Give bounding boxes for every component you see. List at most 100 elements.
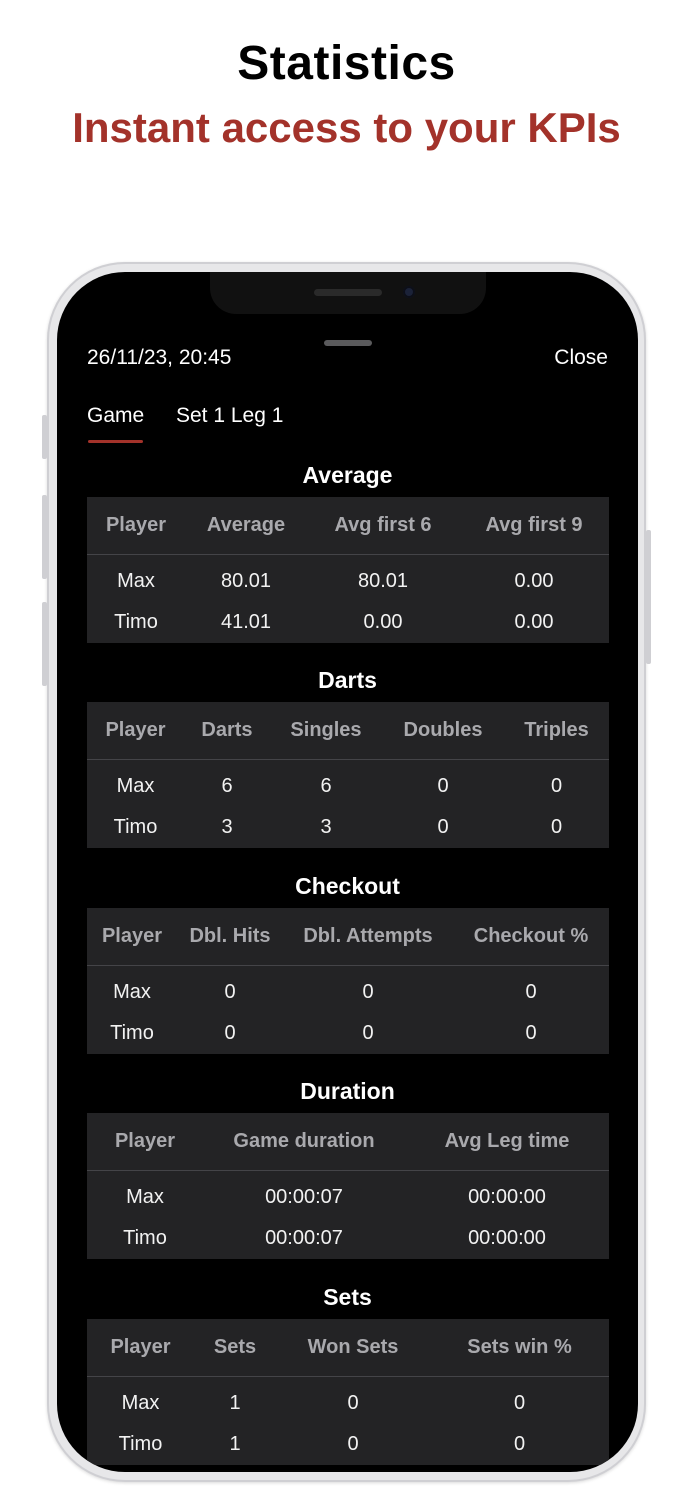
column-header: Average [185,497,307,555]
table-cell: 00:00:00 [468,1226,546,1249]
table-cell: Max [113,980,151,1003]
game-date: 26/11/23, 20:45 [87,346,232,369]
duration-table: Player Game duration Avg Leg time Max 00… [87,1113,609,1259]
table-cell: 0 [224,1021,236,1044]
table-row: Timo 3 3 0 0 [87,808,609,848]
tab-set1-leg1[interactable]: Set 1 Leg 1 [176,404,283,428]
table-header-row: Player Sets Won Sets Sets win % [87,1319,609,1377]
column-header: Dbl. Hits [177,908,283,966]
section-title-darts: Darts [318,667,377,693]
table-row: Max 00:00:07 00:00:00 [87,1171,609,1220]
table-cell: 0 [347,1432,359,1455]
table-cell: 3 [221,815,233,838]
sheet-grabber-handle[interactable] [324,340,372,346]
promo-title: Statistics [237,37,456,90]
table-header-row: Player Darts Singles Doubles Triples [87,702,609,760]
column-header: Checkout % [453,908,609,966]
table-row: Max 6 6 0 0 [87,760,609,809]
column-header: Sets [194,1319,276,1377]
darts-table: Player Darts Singles Doubles Triples Max… [87,702,609,848]
table-cell: Timo [114,610,158,633]
table-cell: 0.00 [514,610,554,633]
table-cell: 0 [347,1391,359,1414]
table-cell: 0 [525,1021,537,1044]
table-cell: 0 [550,774,563,797]
table-row: Timo 00:00:07 00:00:00 [87,1219,609,1259]
speaker-grille [314,289,382,296]
column-header: Won Sets [276,1319,430,1377]
column-header: Singles [270,702,382,760]
table-cell: 0 [550,815,563,838]
column-header: Player [87,1319,194,1377]
table-cell: Timo [118,1432,163,1455]
sets-table: Player Sets Won Sets Sets win % Max 1 0 … [87,1319,609,1465]
table-cell: 00:00:07 [265,1185,343,1208]
table-cell: 0 [224,980,236,1003]
table-cell: 0 [525,980,537,1003]
column-header: Avg first 9 [459,497,609,555]
column-header: Player [87,908,177,966]
table-cell: 3 [320,815,332,838]
table-cell: 00:00:07 [265,1226,343,1249]
phone-screen: 26/11/23, 20:45 Close Game Set 1 Leg 1 A… [57,272,638,1472]
active-tab-indicator [88,440,143,443]
section-title-sets: Sets [323,1284,372,1310]
table-cell: 0 [513,1432,526,1455]
table-row: Timo 41.01 0.00 0.00 [87,603,609,643]
table-cell: 41.01 [220,610,272,633]
column-header: Sets win % [430,1319,609,1377]
section-title-duration: Duration [300,1078,395,1104]
table-cell: 80.01 [220,569,272,592]
table-row: Max 80.01 80.01 0.00 [87,555,609,604]
column-header: Doubles [382,702,504,760]
column-header: Avg Leg time [405,1113,609,1171]
table-cell: 1 [229,1391,241,1414]
table-cell: 6 [320,774,332,797]
column-header: Player [87,1113,203,1171]
camera-icon [403,286,415,298]
tab-game[interactable]: Game [87,404,144,428]
column-header: Player [87,702,184,760]
phone-volume-down-button [42,602,47,686]
table-cell: Timo [113,815,158,838]
promo-subtitle: Instant access to your KPIs [72,104,621,151]
table-cell: 6 [221,774,233,797]
table-cell: 0 [362,1021,374,1044]
table-cell: 0 [437,815,449,838]
column-header: Player [87,497,185,555]
notch [210,272,486,314]
table-cell: 0.00 [363,610,403,633]
column-header: Triples [504,702,609,760]
table-cell: Timo [123,1226,167,1249]
table-cell: 0 [513,1391,526,1414]
table-row: Max 1 0 0 [87,1377,609,1426]
close-button[interactable]: Close [554,346,608,370]
table-header-row: Player Game duration Avg Leg time [87,1113,609,1171]
average-table: Player Average Avg first 6 Avg first 9 M… [87,497,609,643]
table-row: Timo 0 0 0 [87,1014,609,1054]
column-header: Game duration [203,1113,405,1171]
table-cell: 0.00 [514,569,554,592]
table-cell: Max [121,1391,160,1414]
table-cell: Max [126,1185,164,1208]
table-cell: 1 [229,1432,241,1455]
phone-mute-switch [42,415,47,459]
column-header: Dbl. Attempts [283,908,453,966]
table-header-row: Player Average Avg first 6 Avg first 9 [87,497,609,555]
table-cell: 0 [362,980,374,1003]
section-title-checkout: Checkout [295,873,400,899]
table-cell: Timo [110,1021,154,1044]
checkout-table: Player Dbl. Hits Dbl. Attempts Checkout … [87,908,609,1054]
table-header-row: Player Dbl. Hits Dbl. Attempts Checkout … [87,908,609,966]
phone-power-button [646,530,651,664]
table-row: Max 0 0 0 [87,966,609,1015]
table-cell: 0 [437,774,449,797]
table-cell: Max [117,569,155,592]
table-cell: 80.01 [357,569,409,592]
table-cell: Max [116,774,155,797]
section-title-average: Average [302,462,393,488]
column-header: Darts [184,702,270,760]
phone-volume-up-button [42,495,47,579]
column-header: Avg first 6 [307,497,459,555]
table-row: Timo 1 0 0 [87,1425,609,1465]
